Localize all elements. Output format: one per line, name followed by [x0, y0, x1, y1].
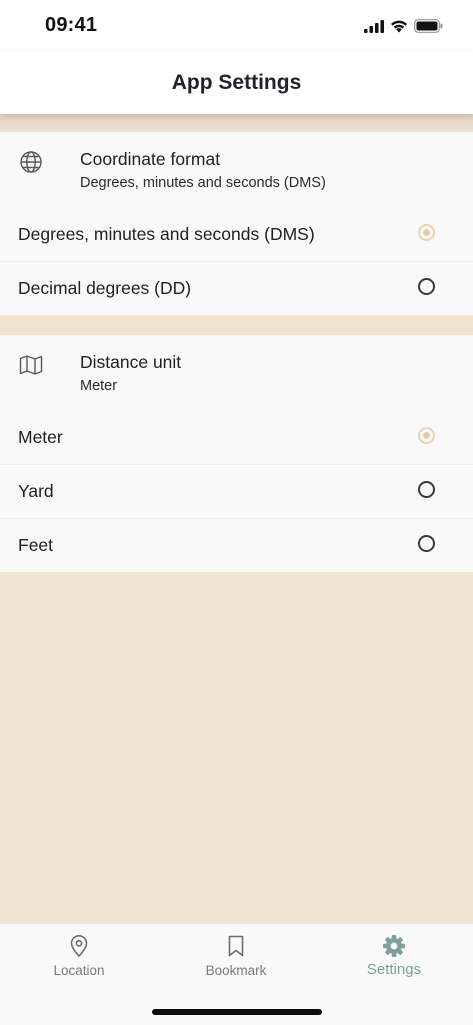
radio-unselected[interactable]	[418, 278, 435, 295]
radio-selected[interactable]	[418, 427, 435, 444]
option-label: Decimal degrees (DD)	[18, 278, 192, 298]
tab-label: Location	[53, 963, 105, 978]
status-time: 09:41	[45, 14, 98, 36]
section-header: Coordinate format Degrees, minutes and s…	[0, 132, 473, 208]
section-title: Coordinate format	[80, 149, 221, 169]
home-indicator	[152, 1009, 322, 1015]
radio-unselected[interactable]	[418, 481, 435, 498]
status-bar: 09:41	[0, 0, 473, 52]
radio-unselected[interactable]	[418, 535, 435, 552]
option-feet[interactable]: Feet	[0, 518, 473, 572]
option-dd[interactable]: Decimal degrees (DD)	[0, 261, 473, 315]
tab-label: Bookmark	[205, 963, 267, 978]
section-title: Distance unit	[80, 352, 182, 372]
option-yard[interactable]: Yard	[0, 464, 473, 518]
navigation-bar: App Settings	[0, 52, 473, 114]
page-title: App Settings	[171, 71, 302, 94]
option-label: Degrees, minutes and seconds (DMS)	[18, 224, 315, 244]
option-label: Feet	[18, 535, 54, 555]
distance-unit-section: Distance unit Meter Meter Yard Feet	[0, 335, 473, 572]
radio-selected[interactable]	[418, 224, 435, 241]
option-label: Yard	[18, 481, 54, 501]
globe-icon	[20, 151, 42, 173]
tab-location[interactable]: Location	[19, 934, 139, 984]
battery-icon	[414, 19, 443, 33]
tab-bookmark[interactable]: Bookmark	[176, 934, 296, 984]
option-label: Meter	[18, 427, 63, 447]
option-dms[interactable]: Degrees, minutes and seconds (DMS)	[0, 208, 473, 261]
coordinate-format-section: Coordinate format Degrees, minutes and s…	[0, 132, 473, 315]
status-icons	[364, 17, 443, 35]
section-current-value: Degrees, minutes and seconds (DMS)	[80, 175, 326, 191]
header-shadow	[0, 114, 473, 132]
gear-icon	[383, 935, 405, 957]
wifi-icon	[391, 20, 407, 33]
location-pin-icon	[70, 935, 88, 957]
section-current-value: Meter	[80, 378, 118, 394]
tab-label: Settings	[366, 961, 422, 978]
option-meter[interactable]: Meter	[0, 411, 473, 464]
map-icon	[19, 355, 43, 375]
tab-settings[interactable]: Settings	[334, 934, 454, 984]
section-header: Distance unit Meter	[0, 335, 473, 411]
bookmark-icon	[228, 935, 244, 957]
cellular-signal-icon	[364, 19, 384, 33]
